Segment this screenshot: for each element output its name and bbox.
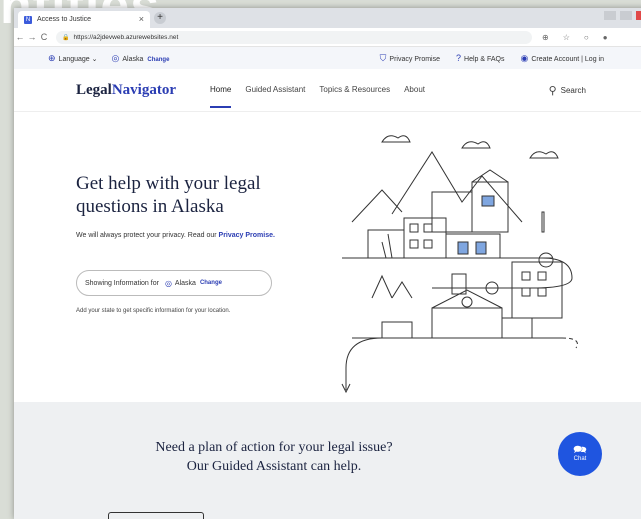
cloud-icon bbox=[529, 151, 559, 159]
cloud-icon bbox=[461, 141, 491, 149]
help-faqs-link[interactable]: ? Help & FAQs bbox=[456, 53, 504, 64]
plan-line-1: Need a plan of action for your legal iss… bbox=[155, 440, 393, 455]
chevron-down-icon: ⌄ bbox=[91, 55, 98, 63]
building-icon bbox=[431, 191, 473, 233]
mountain-icon bbox=[351, 189, 403, 223]
language-selector[interactable]: ⊕ Language ⌄ bbox=[48, 53, 98, 64]
address-bar: ← → C 🔒 https://a2jdevweb.azurewebsites.… bbox=[14, 28, 641, 47]
building-icon bbox=[445, 233, 501, 259]
chat-button[interactable]: 🗪 Chat bbox=[558, 432, 602, 476]
language-label: Language bbox=[58, 55, 90, 63]
question-icon: ? bbox=[456, 52, 462, 63]
logo[interactable]: LegalNavigator bbox=[76, 82, 176, 99]
privacy-promise-label: Privacy Promise bbox=[389, 55, 440, 63]
nav-item-home[interactable]: Home bbox=[210, 85, 232, 108]
chat-label: Chat bbox=[573, 456, 587, 462]
change-location-button[interactable]: Change bbox=[200, 280, 222, 286]
search-label: Search bbox=[560, 85, 586, 95]
change-location-link[interactable]: Change bbox=[147, 57, 169, 63]
cloud-icon bbox=[381, 135, 411, 143]
extensions-puzzle-icon[interactable]: ○ bbox=[584, 33, 589, 42]
forward-button[interactable]: → bbox=[26, 32, 38, 42]
location-label: Alaska bbox=[122, 55, 144, 63]
url-field[interactable]: 🔒 https://a2jdevweb.azurewebsites.net bbox=[56, 30, 532, 44]
mountain-icon bbox=[391, 151, 523, 223]
tab-title: Access to Justice bbox=[37, 16, 92, 23]
back-button[interactable]: ← bbox=[14, 32, 26, 42]
start-button[interactable] bbox=[108, 512, 204, 519]
plan-line-2: Our Guided Assistant can help. bbox=[186, 459, 362, 474]
search-button[interactable]: ⚲ Search bbox=[549, 84, 586, 97]
chat-bubble-icon: 🗪 bbox=[573, 444, 587, 456]
globe-icon: ⊕ bbox=[48, 52, 56, 63]
location-indicator: ◎ Alaska Change bbox=[112, 53, 170, 64]
account-link[interactable]: ◉ Create Account | Log in bbox=[520, 53, 604, 64]
privacy-text: We will always protect your privacy. Rea… bbox=[76, 232, 217, 239]
building-icon bbox=[431, 307, 503, 339]
hero-title: Get help with your legal questions in Al… bbox=[76, 173, 261, 217]
privacy-promise-link[interactable]: ⛉ Privacy Promise bbox=[380, 53, 440, 64]
location-value: Alaska bbox=[174, 279, 196, 287]
building-icon bbox=[451, 273, 467, 295]
plus-marker-icon bbox=[538, 252, 554, 268]
search-icon: ⚲ bbox=[548, 84, 557, 97]
nav-item-about[interactable]: About bbox=[404, 85, 425, 108]
logo-navigator: Navigator bbox=[111, 81, 176, 98]
close-window-button[interactable] bbox=[636, 11, 641, 20]
account-label: Create Account | Log in bbox=[531, 55, 604, 63]
guided-assistant-section: Need a plan of action for your legal iss… bbox=[14, 402, 641, 519]
nav-item-guided-assistant[interactable]: Guided Assistant bbox=[245, 85, 305, 108]
privacy-statement: We will always protect your privacy. Rea… bbox=[76, 232, 275, 239]
browser-toolbar-icons: ⊕ ☆ ○ ● bbox=[542, 33, 608, 42]
location-pin-icon: ◎ bbox=[164, 278, 172, 288]
bus-icon bbox=[381, 321, 413, 339]
maximize-button[interactable] bbox=[620, 11, 632, 20]
lock-icon: 🔒 bbox=[62, 34, 70, 41]
window-controls bbox=[604, 11, 641, 20]
add-state-hint: Add your state to get specific informati… bbox=[76, 308, 231, 314]
extension-icon[interactable]: ⊕ bbox=[542, 33, 549, 42]
new-tab-button[interactable]: + bbox=[154, 12, 166, 24]
location-pin-icon: ◎ bbox=[111, 52, 120, 63]
building-icon bbox=[471, 181, 509, 233]
profile-icon[interactable]: ● bbox=[603, 33, 608, 42]
user-icon: ◉ bbox=[520, 52, 529, 63]
url-text: https://a2jdevweb.azurewebsites.net bbox=[73, 33, 179, 41]
privacy-promise-inline-link[interactable]: Privacy Promise. bbox=[219, 232, 275, 239]
nav-item-topics-resources[interactable]: Topics & Resources bbox=[319, 85, 390, 108]
browser-window: N Access to Justice × + ← → C 🔒 https://… bbox=[14, 8, 641, 519]
utility-bar: ⊕ Language ⌄ ◎ Alaska Change ⛉ Privacy Promi… bbox=[14, 47, 641, 69]
minimize-button[interactable] bbox=[604, 11, 616, 20]
tab-strip: N Access to Justice × + bbox=[14, 8, 641, 28]
nav-menu: Home Guided Assistant Topics & Resources… bbox=[210, 79, 425, 108]
main-navigation: LegalNavigator Home Guided Assistant Top… bbox=[14, 69, 641, 112]
location-box[interactable]: Showing Information for ◎ Alaska Change bbox=[76, 270, 272, 296]
site-favicon-icon: N bbox=[24, 15, 32, 24]
tab-close-icon[interactable]: × bbox=[139, 14, 144, 24]
logo-legal: Legal bbox=[76, 81, 112, 98]
help-faqs-label: Help & FAQs bbox=[464, 55, 505, 63]
reload-button[interactable]: C bbox=[38, 32, 50, 42]
guided-assistant-heading: Need a plan of action for your legal iss… bbox=[14, 438, 534, 476]
showing-label: Showing Information for bbox=[85, 279, 159, 287]
building-icon bbox=[511, 261, 563, 319]
hero-section: Get help with your legal questions in Al… bbox=[14, 112, 641, 424]
shield-icon: ⛉ bbox=[379, 52, 387, 63]
town-illustration bbox=[341, 135, 578, 394]
star-icon[interactable]: ☆ bbox=[563, 33, 570, 42]
browser-tab[interactable]: N Access to Justice × bbox=[18, 11, 150, 28]
